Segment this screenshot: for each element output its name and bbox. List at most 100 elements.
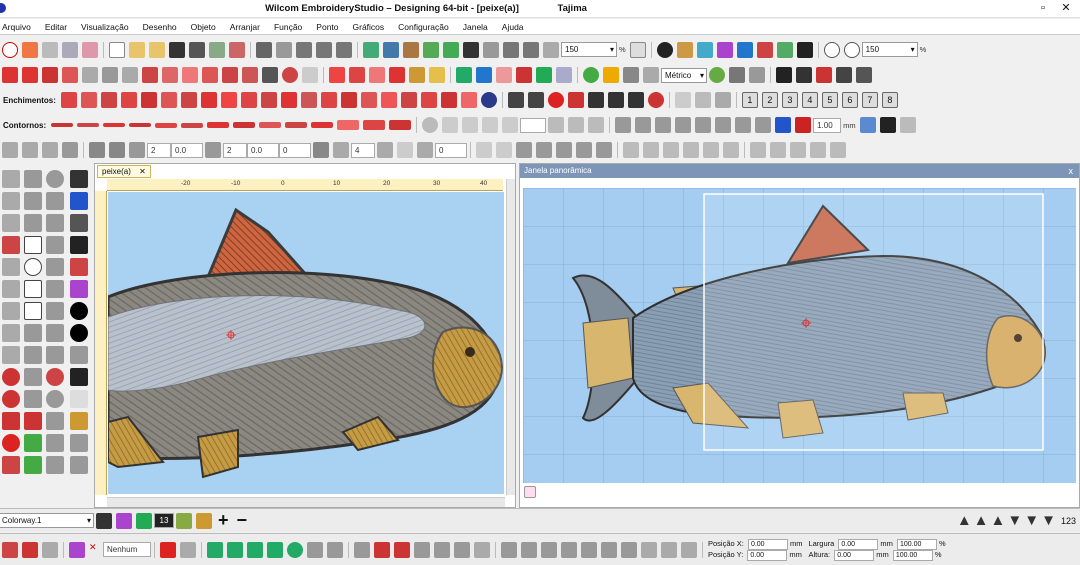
people-icon[interactable]	[756, 41, 773, 58]
distribute-v-icon[interactable]	[770, 142, 786, 158]
shirt-small-icon[interactable]	[136, 512, 152, 529]
prev-object-icon[interactable]: ▼	[1007, 512, 1022, 529]
color-slot-4[interactable]: 4	[801, 92, 818, 108]
stamp-icon[interactable]	[282, 67, 298, 83]
fx-icon[interactable]	[627, 92, 644, 108]
fill-8-icon[interactable]	[200, 92, 217, 108]
w-logo-icon[interactable]	[22, 41, 38, 58]
misc-tool-1-icon[interactable]	[70, 434, 88, 452]
info-icon[interactable]	[656, 41, 673, 58]
shape-2-icon[interactable]	[24, 192, 42, 210]
hexagon-icon[interactable]	[70, 368, 88, 386]
node-3-icon[interactable]	[454, 541, 470, 558]
fill-21-icon[interactable]	[460, 92, 477, 108]
curve-2-icon[interactable]	[521, 541, 537, 558]
paint-bucket-icon[interactable]	[196, 512, 212, 529]
fill-12-icon[interactable]	[280, 92, 297, 108]
filter-field[interactable]: Nenhum	[103, 542, 151, 557]
thread-chart-icon[interactable]	[696, 41, 713, 58]
heart-icon[interactable]	[24, 302, 42, 320]
tool-14-icon[interactable]	[46, 456, 64, 474]
align-bottom-icon[interactable]	[723, 142, 739, 158]
close-window-icon[interactable]: ✕	[1058, 2, 1074, 16]
colorway-combo[interactable]: Colorway.1	[0, 513, 94, 528]
fill-6-icon[interactable]	[160, 92, 177, 108]
digitize-4-icon[interactable]	[2, 236, 20, 254]
outline-10-icon[interactable]	[285, 122, 308, 128]
digitize-6-icon[interactable]	[2, 280, 20, 298]
fill-20-icon[interactable]	[440, 92, 457, 108]
3d-icon[interactable]	[262, 67, 278, 83]
stitch-type-12-icon[interactable]	[222, 67, 238, 83]
last-color-icon[interactable]: ▼	[1041, 512, 1056, 529]
menu-ajuda[interactable]: Ajuda	[502, 22, 524, 32]
shape-1-icon[interactable]	[24, 170, 42, 188]
vertical-scrollbar[interactable]	[506, 179, 515, 495]
space-v-icon[interactable]	[810, 142, 826, 158]
export-icon[interactable]	[209, 41, 225, 58]
open-folder-icon[interactable]	[129, 41, 145, 58]
fill-11-icon[interactable]	[260, 92, 277, 108]
remove-color-icon[interactable]: −	[237, 510, 248, 531]
outline-3-icon[interactable]	[103, 123, 126, 127]
outline-8-icon[interactable]	[233, 122, 256, 128]
center-icon[interactable]	[42, 142, 58, 158]
stitch-type-6-icon[interactable]	[102, 67, 118, 83]
manager-icon[interactable]	[796, 41, 813, 58]
vertical-icon[interactable]	[474, 541, 490, 558]
align-left-icon[interactable]	[623, 142, 639, 158]
curve-7-icon[interactable]	[621, 541, 637, 558]
order-icon[interactable]	[596, 142, 612, 158]
outline-9-icon[interactable]	[259, 122, 282, 128]
grid-icon[interactable]	[523, 41, 539, 58]
corner-icon[interactable]	[377, 142, 393, 158]
scatter-icon[interactable]	[313, 142, 329, 158]
tie-in-icon[interactable]	[587, 92, 604, 108]
filter-icon[interactable]	[69, 541, 85, 558]
field-7[interactable]: 0	[435, 142, 467, 158]
no-entry-icon[interactable]	[709, 67, 725, 83]
copy-icon[interactable]	[276, 41, 292, 58]
color-slot-2[interactable]: 2	[761, 92, 778, 108]
embroidery-4-icon[interactable]	[267, 541, 283, 558]
color-palette-icon[interactable]	[676, 41, 693, 58]
palette-icon[interactable]	[556, 67, 572, 83]
color-slot-8[interactable]: 8	[881, 92, 898, 108]
curve-4-icon[interactable]	[561, 541, 577, 558]
monogram-icon[interactable]	[70, 258, 88, 276]
outline-12-icon[interactable]	[337, 120, 360, 130]
rotate-ccw-icon[interactable]	[502, 117, 519, 133]
fill-4-icon[interactable]	[120, 92, 137, 108]
field-5[interactable]: 0	[279, 142, 311, 158]
lock-icon[interactable]	[516, 142, 532, 158]
tool-icon[interactable]	[483, 41, 499, 58]
tool-1-icon[interactable]	[46, 170, 64, 188]
mirror-icon[interactable]	[442, 117, 459, 133]
spacing-icon[interactable]	[333, 142, 349, 158]
menu-arranjar[interactable]: Arranjar	[230, 22, 260, 32]
color-slot-6[interactable]: 6	[841, 92, 858, 108]
hat-icon[interactable]	[516, 67, 532, 83]
redo-icon[interactable]	[336, 41, 352, 58]
combine-4-icon[interactable]	[675, 117, 692, 133]
digitize-7-icon[interactable]	[2, 302, 20, 320]
select-polygon-icon[interactable]	[856, 67, 872, 83]
embroidery-2-icon[interactable]	[227, 541, 243, 558]
stitch-type-4-icon[interactable]	[62, 67, 78, 83]
pattern-icon[interactable]	[716, 41, 733, 58]
digitize-2-icon[interactable]	[2, 192, 20, 210]
next-color-icon[interactable]: ▼	[1024, 512, 1039, 529]
stitch-player-icon[interactable]	[363, 41, 379, 58]
circle-dot-icon[interactable]	[70, 324, 88, 342]
embroidery-1-icon[interactable]	[207, 541, 223, 558]
shapes-icon[interactable]	[476, 67, 492, 83]
hide-icon[interactable]	[556, 142, 572, 158]
pattern-line-icon[interactable]	[205, 142, 221, 158]
machine-icon[interactable]	[394, 541, 410, 558]
rectangle-icon[interactable]	[24, 236, 42, 254]
design-canvas[interactable]	[108, 192, 504, 494]
menu-configuracao[interactable]: Configuração	[398, 22, 449, 32]
stitch-type-7-icon[interactable]	[122, 67, 138, 83]
stitch-type-1-icon[interactable]	[2, 67, 18, 83]
properties-icon[interactable]	[629, 41, 646, 58]
